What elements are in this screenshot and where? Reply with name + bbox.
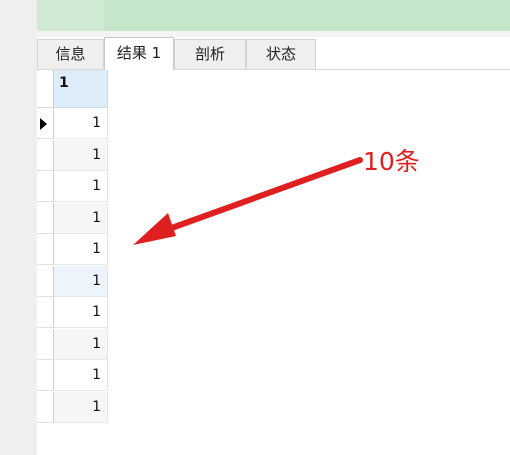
row-indicator[interactable] xyxy=(37,140,54,171)
grid-cell[interactable]: 1 xyxy=(54,297,108,328)
indicator-header xyxy=(37,70,54,108)
grid-cell[interactable]: 1 xyxy=(54,329,108,360)
grid-cell[interactable]: 1 xyxy=(54,266,108,297)
row-indicator[interactable] xyxy=(37,297,54,328)
grid-cell[interactable]: 1 xyxy=(54,108,108,139)
result-grid-area: 1 1111111111 xyxy=(37,70,510,455)
row-indicator[interactable] xyxy=(37,234,54,265)
grid-cell[interactable]: 1 xyxy=(54,392,108,423)
grid-cell[interactable]: 1 xyxy=(54,140,108,171)
annotation-label: 10条 xyxy=(363,147,420,176)
row-indicator[interactable] xyxy=(37,360,54,391)
tab-status[interactable]: 状态 xyxy=(246,39,316,69)
grid-cell[interactable]: 1 xyxy=(54,171,108,202)
left-margin xyxy=(0,0,37,455)
tab-result-1[interactable]: 结果 1 xyxy=(104,37,174,70)
row-indicator[interactable] xyxy=(37,171,54,202)
row-indicator[interactable] xyxy=(37,392,54,423)
grid-cell[interactable]: 1 xyxy=(54,360,108,391)
top-toolbar-band xyxy=(37,0,510,31)
row-indicator[interactable] xyxy=(37,203,54,234)
result-tab-bar: 信息 结果 1 剖析 状态 xyxy=(37,37,510,70)
row-indicator[interactable] xyxy=(37,108,54,139)
grid-cell[interactable]: 1 xyxy=(54,203,108,234)
grid-cell[interactable]: 1 xyxy=(54,234,108,265)
row-indicator[interactable] xyxy=(37,329,54,360)
column-header[interactable]: 1 xyxy=(54,70,108,108)
tab-profile[interactable]: 剖析 xyxy=(174,39,246,69)
tab-info[interactable]: 信息 xyxy=(37,39,104,69)
row-indicator[interactable] xyxy=(37,266,54,297)
top-band-segment xyxy=(37,0,104,31)
current-row-pointer-icon xyxy=(40,118,47,130)
